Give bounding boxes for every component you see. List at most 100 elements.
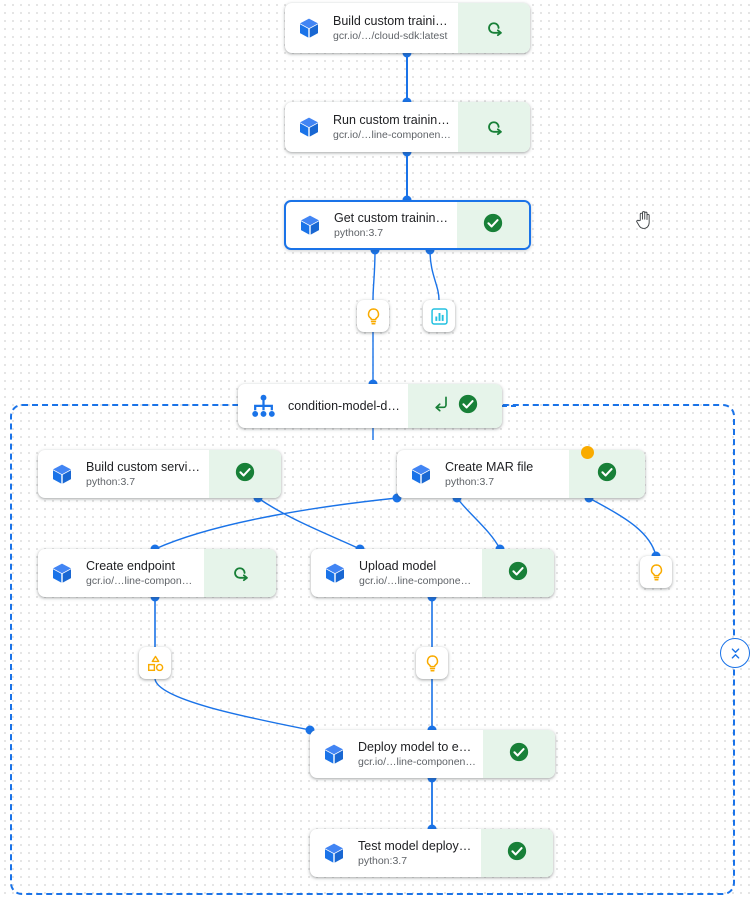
collapse-subgraph-button[interactable] xyxy=(720,638,750,668)
cube-icon xyxy=(325,744,343,764)
retry-loop-icon xyxy=(483,15,505,42)
condition-arrow-icon xyxy=(431,394,451,419)
artifact-shapes-artifact-1[interactable] xyxy=(139,647,171,679)
node-type-icon xyxy=(286,202,334,248)
node-status-badge xyxy=(408,384,502,428)
node-subtitle: python:3.7 xyxy=(358,854,408,867)
collapse-chevrons-icon xyxy=(731,647,739,659)
node-label-group: Deploy model to endpoint gcr.io/…line-co… xyxy=(358,730,483,778)
pipeline-canvas[interactable]: Build custom training im… gcr.io/…/cloud… xyxy=(0,0,755,900)
check-circle-icon xyxy=(458,394,478,413)
grab-hand-cursor xyxy=(636,211,650,229)
node-title: Get custom training job d… xyxy=(334,210,451,225)
node-status-badge xyxy=(481,829,553,877)
cube-icon xyxy=(412,464,430,484)
lightbulb-icon xyxy=(650,563,662,581)
node-title: Build custom training im… xyxy=(333,13,452,28)
node-type-icon xyxy=(397,450,445,498)
node-subtitle: python:3.7 xyxy=(445,475,495,488)
pending-dot-badge xyxy=(581,446,594,459)
bar-chart-icon xyxy=(430,307,448,325)
node-type-icon xyxy=(285,102,333,152)
check-circle-icon xyxy=(234,461,256,488)
node-label-group: Create MAR file python:3.7 xyxy=(445,450,569,498)
node-subtitle: gcr.io/…/cloud-sdk:latest xyxy=(333,29,448,42)
artifact-metrics-artifact-3[interactable] xyxy=(640,556,672,588)
node-type-icon xyxy=(310,829,358,877)
lightbulb-icon xyxy=(426,654,438,672)
node-label-group: condition-model-deploy-… xyxy=(288,384,408,428)
check-circle-icon xyxy=(483,213,503,232)
node-test-model-deployment[interactable]: Test model deployment … python:3.7 xyxy=(310,829,553,877)
node-run-custom-training-job[interactable]: Run custom training job gcr.io/…line-com… xyxy=(285,102,530,152)
node-status-badge xyxy=(457,202,529,248)
node-status-badge xyxy=(482,549,554,597)
node-status-badge xyxy=(204,549,276,597)
node-title: Upload model xyxy=(359,558,437,573)
artifact-metrics-artifact-2[interactable] xyxy=(416,647,448,679)
cube-icon xyxy=(300,18,318,38)
node-type-icon xyxy=(38,549,86,597)
check-circle-icon xyxy=(596,461,618,488)
node-status-badge xyxy=(209,450,281,498)
node-label-group: Create endpoint gcr.io/…line-components:… xyxy=(86,549,204,597)
cube-icon xyxy=(325,843,343,863)
node-subtitle: gcr.io/…line-components:0.2.1 xyxy=(359,574,476,587)
check-circle-icon xyxy=(508,741,530,768)
node-label-group: Run custom training job gcr.io/…line-com… xyxy=(333,102,458,152)
node-deploy-model-to-endpoint[interactable]: Deploy model to endpoint gcr.io/…line-co… xyxy=(310,730,555,778)
node-label-group: Build custom training im… gcr.io/…/cloud… xyxy=(333,3,458,53)
node-label-group: Build custom serving im… python:3.7 xyxy=(86,450,209,498)
node-title: Build custom serving im… xyxy=(86,459,203,474)
node-title: condition-model-deploy-… xyxy=(288,398,402,413)
node-build-custom-serving-image[interactable]: Build custom serving im… python:3.7 xyxy=(38,450,281,498)
cube-icon xyxy=(53,563,71,583)
retry-loop-icon xyxy=(229,560,251,587)
node-type-icon xyxy=(311,549,359,597)
node-upload-model[interactable]: Upload model gcr.io/…line-components:0.2… xyxy=(311,549,554,597)
node-status-badge xyxy=(483,730,555,778)
node-type-icon xyxy=(38,450,86,498)
check-circle-icon xyxy=(507,841,527,860)
retry-loop-icon xyxy=(234,566,248,581)
node-subtitle: gcr.io/…line-components:0.2.1 xyxy=(358,755,477,768)
node-get-custom-training-job-details[interactable]: Get custom training job d… python:3.7 xyxy=(284,200,531,250)
node-status-badge xyxy=(458,3,530,53)
node-title: Run custom training job xyxy=(333,112,452,127)
retry-loop-icon xyxy=(483,114,505,141)
node-title: Create endpoint xyxy=(86,558,175,573)
check-circle-icon xyxy=(482,212,504,239)
retry-loop-icon xyxy=(488,21,502,36)
check-circle-icon xyxy=(597,462,617,481)
node-condition-model-deploy[interactable]: condition-model-deploy-… xyxy=(238,384,502,428)
node-status-badge xyxy=(569,450,645,498)
check-circle-icon xyxy=(507,560,529,587)
node-type-icon xyxy=(285,3,333,53)
check-circle-icon xyxy=(509,742,529,761)
cube-icon xyxy=(326,563,344,583)
shapes-icon xyxy=(147,655,163,671)
node-type-icon xyxy=(310,730,358,778)
check-circle-icon xyxy=(506,840,528,867)
retry-loop-icon xyxy=(488,120,502,135)
node-label-group: Upload model gcr.io/…line-components:0.2… xyxy=(359,549,482,597)
node-build-custom-training-image[interactable]: Build custom training im… gcr.io/…/cloud… xyxy=(285,3,530,53)
artifact-metrics-artifact-1[interactable] xyxy=(357,300,389,332)
node-title: Create MAR file xyxy=(445,459,534,474)
node-subtitle: python:3.7 xyxy=(86,475,136,488)
lightbulb-icon xyxy=(367,307,379,325)
node-subtitle: python:3.7 xyxy=(334,226,384,239)
cube-icon xyxy=(300,117,318,137)
node-create-endpoint[interactable]: Create endpoint gcr.io/…line-components:… xyxy=(38,549,276,597)
check-circle-icon xyxy=(457,393,479,420)
check-circle-icon xyxy=(235,462,255,481)
cube-icon xyxy=(301,215,319,235)
cube-icon xyxy=(53,464,71,484)
check-circle-icon xyxy=(508,561,528,580)
node-create-mar-file[interactable]: Create MAR file python:3.7 xyxy=(397,450,645,498)
node-subtitle: gcr.io/…line-components:0.2.1 xyxy=(333,128,452,141)
node-status-badge xyxy=(458,102,530,152)
artifact-classification-metrics-artifact-1[interactable] xyxy=(423,300,455,332)
node-label-group: Test model deployment … python:3.7 xyxy=(358,829,481,877)
node-label-group: Get custom training job d… python:3.7 xyxy=(334,202,457,248)
